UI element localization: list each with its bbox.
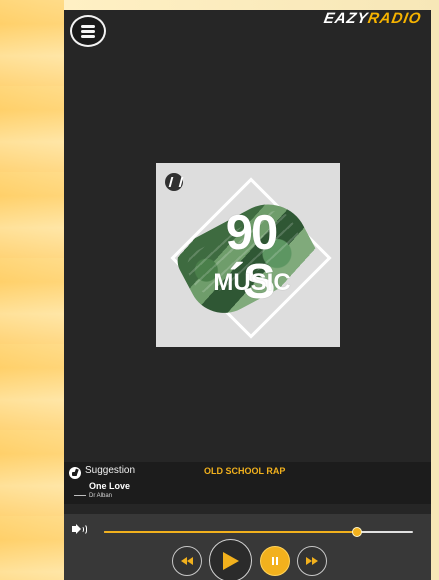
brand-left: EAZY — [322, 10, 370, 27]
menu-icon-line — [81, 35, 95, 38]
artist-divider — [74, 495, 86, 496]
brand-logo: EAZYRADIO — [322, 10, 422, 27]
label-logo-icon — [165, 173, 183, 191]
radio-player: EAZYRADIO 90´S MUSIC Suggestion OLD SCHO… — [64, 10, 431, 580]
pause-button[interactable] — [260, 546, 290, 576]
speaker-shape — [72, 524, 81, 534]
suggested-station[interactable]: OLD SCHOOL RAP — [204, 465, 285, 477]
artist-name: Dr Alban — [89, 493, 113, 499]
thumbs-up-icon — [69, 467, 81, 479]
brand-right: RADIO — [366, 10, 423, 27]
app-page: { "header": { "brand_left": "EAZY", "bra… — [0, 0, 439, 580]
suggestion-bar: Suggestion OLD SCHOOL RAP One Love Dr Al… — [64, 462, 431, 504]
rewind-button[interactable] — [172, 546, 202, 576]
menu-icon-line — [81, 30, 95, 33]
left-background-strip — [0, 0, 64, 580]
song-title: One Love — [89, 481, 131, 491]
forward-button[interactable] — [297, 546, 327, 576]
volume-wave-large — [83, 524, 87, 535]
pause-icon — [272, 557, 278, 565]
play-icon — [222, 551, 239, 570]
suggestion-label: Suggestion — [85, 465, 136, 476]
volume-slider-fill — [104, 531, 358, 533]
forward-icon — [306, 557, 318, 565]
rewind-icon — [181, 557, 193, 565]
play-button[interactable] — [209, 539, 252, 580]
player-controls — [64, 514, 431, 580]
volume-icon[interactable] — [72, 524, 87, 535]
volume-slider[interactable] — [104, 527, 413, 537]
album-cover: 90´S MUSIC — [156, 163, 340, 347]
menu-button[interactable] — [70, 15, 106, 47]
menu-icon-line — [81, 25, 95, 28]
cover-title-sub: MUSIC — [213, 269, 291, 296]
volume-slider-knob[interactable] — [352, 527, 363, 537]
